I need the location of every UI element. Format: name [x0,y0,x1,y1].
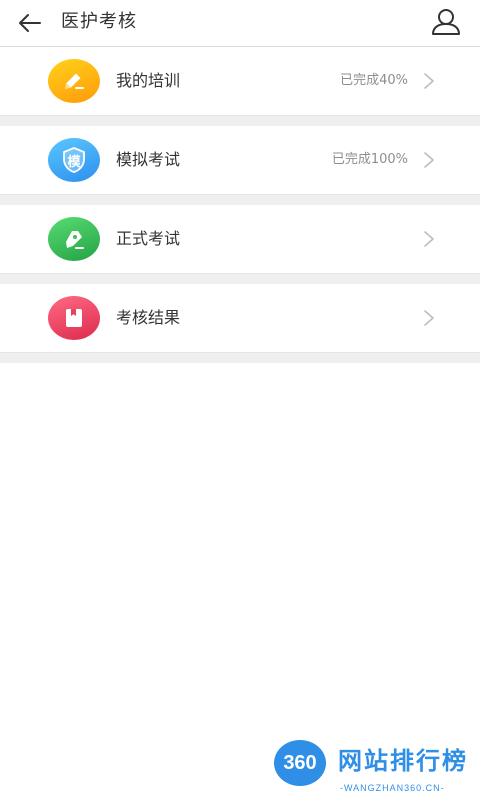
training-icon-badge [48,59,100,103]
watermark-badge: 360 [274,740,326,786]
user-icon [432,9,460,35]
formal-exam-icon-badge [48,217,100,261]
shield-glyph: 模 [67,154,81,170]
menu-item-mock-exam[interactable]: 模 模拟考试 已完成100% [0,126,480,194]
menu-item-my-training[interactable]: 我的培训 已完成40% [0,47,480,115]
book-icon [66,309,82,327]
pencil-icon [65,73,84,89]
section-divider [0,194,480,205]
back-button[interactable] [14,8,46,38]
chevron-right-icon [424,310,434,326]
section-divider [0,352,480,363]
back-arrow-icon [19,14,41,32]
section-divider [0,273,480,284]
progress-status: 已完成100% [331,152,408,167]
watermark-subtitle: -WANGZHAN360.CN- [340,783,445,793]
page-title: 医护考核 [61,11,137,32]
top-bar: 医护考核 [0,0,480,47]
menu-item-label: 正式考试 [116,229,181,248]
menu-item-label: 我的培训 [116,71,181,90]
watermark-title: 网站排行榜 [338,747,468,775]
chevron-right-icon [424,152,434,168]
mock-exam-icon-badge: 模 [48,138,100,182]
pen-nib-icon [66,231,84,249]
menu-item-exam-results[interactable]: 考核结果 [0,284,480,352]
chevron-right-icon [424,73,434,89]
results-icon-badge [48,296,100,340]
menu-item-formal-exam[interactable]: 正式考试 [0,205,480,273]
menu-list: 我的培训 已完成40% 模 模拟考试 已完成100% 正式考试 考核结果 [0,47,480,363]
user-profile-button[interactable] [430,6,462,38]
menu-item-label: 考核结果 [116,308,181,327]
progress-status: 已完成40% [340,73,408,88]
chevron-right-icon [424,231,434,247]
site-watermark: 360 网站排行榜 -WANGZHAN360.CN- [268,738,478,798]
app-screen: 医护考核 我的培训 已完成40% 模 模拟考试 已完成100% 正式考试 考核结… [0,0,480,800]
menu-item-label: 模拟考试 [116,150,181,169]
section-divider [0,115,480,126]
